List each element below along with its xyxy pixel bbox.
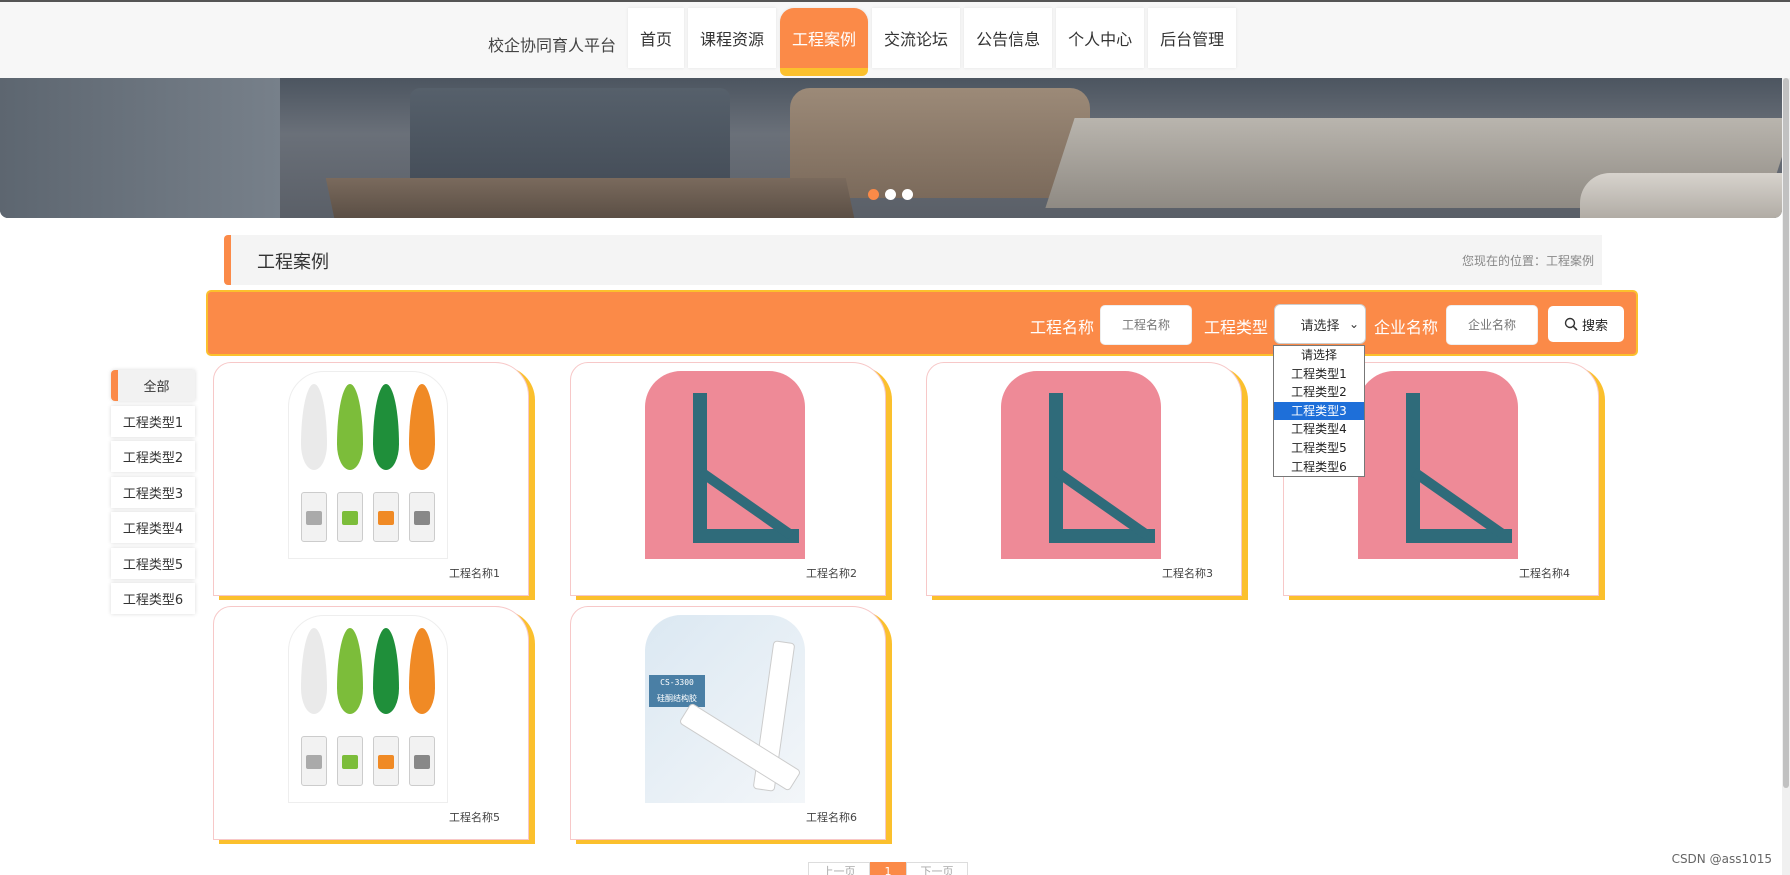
pagination: 上一页 1 下一页 [808, 862, 968, 875]
nav-personal-center[interactable]: 个人中心 [1056, 8, 1145, 68]
category-all[interactable]: 全部 [111, 370, 195, 401]
nav-forum[interactable]: 交流论坛 [872, 8, 961, 68]
project-type-select[interactable]: 请选择 ⌄ [1274, 304, 1366, 344]
paint-illustration [337, 384, 363, 470]
company-name-input[interactable] [1446, 305, 1538, 345]
project-type-dropdown: 请选择 工程类型1 工程类型2 工程类型3 工程类型4 工程类型5 工程类型6 [1273, 345, 1365, 478]
section-header: 工程案例 您现在的位置：工程案例 [224, 235, 1602, 285]
category-item[interactable]: 工程类型6 [111, 583, 195, 614]
search-button-label: 搜索 [1581, 318, 1608, 334]
dropdown-option[interactable]: 工程类型1 [1274, 365, 1364, 384]
paint-illustration [373, 492, 399, 542]
dropdown-option[interactable]: 工程类型5 [1274, 439, 1364, 458]
case-image[interactable] [1358, 371, 1518, 559]
current-page[interactable]: 1 [870, 862, 906, 875]
paint-illustration [373, 736, 399, 786]
case-image[interactable] [645, 371, 805, 559]
dropdown-option[interactable]: 请选择 [1274, 346, 1364, 365]
paint-illustration [409, 736, 435, 786]
carousel-dots [868, 189, 913, 200]
company-name-label: 企业名称 [1374, 318, 1439, 337]
case-image[interactable] [288, 615, 448, 803]
paint-illustration [301, 628, 327, 714]
project-name-label: 工程名称 [1030, 318, 1095, 337]
nav-engineering-cases[interactable]: 工程案例 [780, 8, 869, 76]
dropdown-option[interactable]: 工程类型6 [1274, 458, 1364, 477]
carousel-dot-3[interactable] [902, 189, 913, 200]
case-card[interactable]: 工程名称3 [926, 362, 1242, 596]
case-card[interactable]: 工程名称2 [570, 362, 886, 596]
section-title: 工程案例 [257, 252, 329, 273]
paint-illustration [409, 628, 435, 714]
next-page-button[interactable]: 下一页 [906, 862, 968, 875]
nav-announcements[interactable]: 公告信息 [964, 8, 1053, 68]
case-card[interactable]: 工程名称1 [213, 362, 529, 596]
chevron-down-icon: ⌄ [1348, 317, 1359, 331]
case-name[interactable]: 工程名称5 [449, 809, 500, 825]
project-name-input[interactable] [1100, 305, 1192, 345]
paint-illustration [301, 492, 327, 542]
page: 校企协同育人平台 首页 课程资源 工程案例 交流论坛 公告信息 个人中心 后台管… [0, 0, 1790, 875]
carousel-dot-2[interactable] [885, 189, 896, 200]
paint-illustration [337, 628, 363, 714]
dropdown-option[interactable]: 工程类型4 [1274, 420, 1364, 439]
category-item[interactable]: 工程类型5 [111, 548, 195, 579]
carousel-dot-1[interactable] [868, 189, 879, 200]
nav-admin[interactable]: 后台管理 [1148, 8, 1237, 68]
case-name[interactable]: 工程名称2 [806, 565, 857, 581]
category-item[interactable]: 工程类型1 [111, 406, 195, 437]
search-bar: 工程名称 工程类型 请选择 ⌄ 企业名称 搜索 [208, 292, 1636, 354]
project-type-label: 工程类型 [1204, 318, 1269, 337]
case-name[interactable]: 工程名称6 [806, 809, 857, 825]
paint-illustration [373, 384, 399, 470]
case-card[interactable]: 工程名称5 [213, 606, 529, 840]
prev-page-button[interactable]: 上一页 [808, 862, 870, 875]
paint-illustration [409, 492, 435, 542]
case-image[interactable] [1001, 371, 1161, 559]
sealant-label-graphic: CS-3300 硅酮结构胶 [649, 675, 705, 707]
paint-illustration [409, 384, 435, 470]
paint-illustration [373, 628, 399, 714]
nav-course-resources[interactable]: 课程资源 [688, 8, 777, 68]
search-icon [1564, 317, 1578, 331]
case-name[interactable]: 工程名称1 [449, 565, 500, 581]
banner-scene [0, 78, 280, 218]
category-item[interactable]: 工程类型2 [111, 441, 195, 472]
paint-illustration [301, 384, 327, 470]
category-item[interactable]: 工程类型4 [111, 512, 195, 543]
case-card[interactable]: CS-3300 硅酮结构胶 工程名称6 [570, 606, 886, 840]
case-name[interactable]: 工程名称4 [1519, 565, 1570, 581]
project-type-selected: 请选择 [1300, 318, 1340, 334]
scrollbar-thumb[interactable] [1783, 78, 1789, 788]
dropdown-option-highlighted[interactable]: 工程类型3 [1274, 401, 1364, 421]
case-name[interactable]: 工程名称3 [1162, 565, 1213, 581]
category-item[interactable]: 工程类型3 [111, 477, 195, 508]
case-image[interactable] [288, 371, 448, 559]
dropdown-option[interactable]: 工程类型2 [1274, 383, 1364, 402]
watermark: CSDN @ass1015 [1671, 852, 1772, 866]
search-button[interactable]: 搜索 [1548, 306, 1624, 342]
case-image[interactable]: CS-3300 硅酮结构胶 [645, 615, 805, 803]
breadcrumb: 您现在的位置：工程案例 [1461, 254, 1594, 268]
site-brand[interactable]: 校企协同育人平台 [488, 32, 616, 56]
paint-illustration [337, 736, 363, 786]
banner-scene [1580, 173, 1782, 218]
nav-home[interactable]: 首页 [628, 8, 685, 68]
main-nav: 首页 课程资源 工程案例 交流论坛 公告信息 个人中心 后台管理 [628, 8, 1240, 78]
paint-illustration [301, 736, 327, 786]
header: 校企协同育人平台 首页 课程资源 工程案例 交流论坛 公告信息 个人中心 后台管… [0, 2, 1790, 78]
paint-illustration [337, 492, 363, 542]
banner-scene [325, 178, 855, 218]
